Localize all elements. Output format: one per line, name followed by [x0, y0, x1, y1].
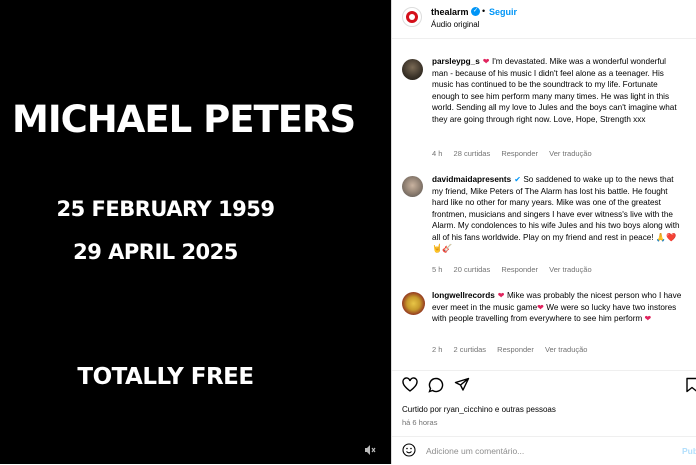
comment-body: longwellrecords ❤ Mike was probably the n… [432, 290, 684, 325]
heart-emoji-icon: ❤ [482, 57, 490, 66]
death-date: 29 APRIL 2025 [73, 240, 238, 264]
commenter-avatar[interactable] [402, 59, 423, 80]
post-timestamp: há 6 horas [402, 418, 438, 427]
post-header: thealarm ✓ • Seguir Áudio original [392, 0, 696, 39]
comment-body: parsleypg_s ❤ I'm devastated. Mike was a … [432, 56, 684, 125]
speaker-muted-icon[interactable] [362, 443, 378, 459]
commenter-avatar[interactable] [402, 176, 423, 197]
comment-text: I'm devastated. Mike was a wonderful won… [432, 57, 677, 124]
comment-input[interactable] [426, 443, 646, 459]
bookmark-icon[interactable] [684, 377, 696, 393]
comment-likes[interactable]: 28 curtidas [454, 149, 491, 158]
separator-dot: • [482, 6, 486, 16]
verified-badge-icon: ✔ [514, 175, 522, 184]
audio-label[interactable]: Áudio original [431, 20, 479, 29]
heart-emoji-icon: ❤ [537, 302, 544, 312]
follow-button[interactable]: Seguir [489, 7, 517, 17]
commenter-avatar[interactable] [402, 292, 425, 315]
heart-icon[interactable] [402, 377, 418, 393]
post-actions [392, 370, 696, 399]
reply-button[interactable]: Responder [501, 149, 538, 158]
comment-likes[interactable]: 2 curtidas [454, 345, 487, 354]
author-username[interactable]: thealarm [431, 7, 469, 17]
heart-emoji-icon: ❤ [644, 314, 652, 323]
comment-composer: Publicar [392, 436, 696, 465]
comment-username[interactable]: longwellrecords [432, 291, 495, 300]
comment-likes[interactable]: 20 curtidas [454, 265, 491, 274]
author-avatar[interactable] [402, 7, 422, 27]
translate-button[interactable]: Ver tradução [549, 149, 592, 158]
comments-panel: thealarm ✓ • Seguir Áudio original parsl… [391, 0, 696, 464]
comment-username[interactable]: davidmaidapresents [432, 175, 511, 184]
birth-date: 25 FEBRUARY 1959 [56, 197, 275, 221]
reply-button[interactable]: Responder [501, 265, 538, 274]
comment-meta: 4 h 28 curtidas Responder Ver tradução [432, 149, 601, 158]
translate-button[interactable]: Ver tradução [545, 345, 588, 354]
emoji-icon[interactable] [402, 443, 416, 457]
memorial-name: MICHAEL PETERS [12, 98, 356, 141]
share-icon[interactable] [454, 377, 470, 393]
comment-age: 2 h [432, 345, 443, 354]
reply-button[interactable]: Responder [497, 345, 534, 354]
post-media[interactable]: MICHAEL PETERS 25 FEBRUARY 1959 29 APRIL… [0, 0, 391, 464]
comment-text: So saddened to wake up to the news that … [432, 175, 680, 242]
comment-icon[interactable] [428, 377, 444, 393]
comment-meta: 5 h 20 curtidas Responder Ver tradução [432, 265, 601, 274]
heart-emoji-icon: ❤ [497, 291, 505, 300]
comment-body: davidmaidapresents ✔ So saddened to wake … [432, 174, 684, 255]
comment-age: 5 h [432, 265, 443, 274]
translate-button[interactable]: Ver tradução [549, 265, 592, 274]
comment-username[interactable]: parsleypg_s [432, 57, 480, 66]
comment-age: 4 h [432, 149, 443, 158]
publish-button[interactable]: Publicar [682, 446, 696, 456]
verified-badge-icon: ✓ [471, 7, 480, 16]
comment-meta: 2 h 2 curtidas Responder Ver tradução [432, 345, 596, 354]
liked-by-text[interactable]: Curtido por ryan_cicchino e outras pesso… [402, 405, 556, 414]
tagline: TOTALLY FREE [77, 364, 254, 390]
